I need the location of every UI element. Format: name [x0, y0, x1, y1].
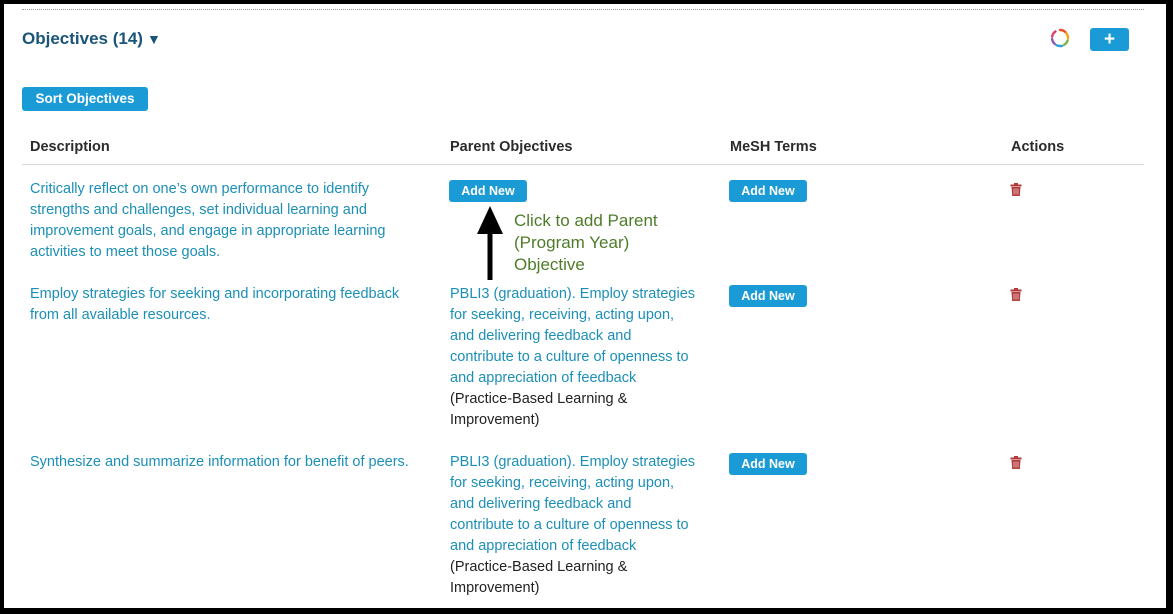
table-row-1-description[interactable]: Critically reflect on one’s own performa… [30, 179, 385, 263]
add-parent-objective-button[interactable]: Add New [449, 180, 527, 202]
objectives-section-toggle[interactable]: Objectives (14) ▼ [22, 29, 161, 49]
callout-line: Objective [514, 255, 585, 274]
section-divider [22, 9, 1144, 10]
callout-line: Click to add Parent [514, 211, 658, 230]
description-line: improvement goals, and engage in appropr… [30, 223, 386, 239]
table-row-3-parent-objective[interactable]: PBLI3 (graduation). Employ strategies fo… [450, 452, 695, 599]
column-header-parent-objectives: Parent Objectives [450, 139, 573, 155]
parent-line: and delivering feedback and [450, 328, 632, 344]
table-row-2-description[interactable]: Employ strategies for seeking and incorp… [30, 284, 399, 326]
competency-domain: Improvement) [450, 580, 540, 596]
add-mesh-term-button[interactable]: Add New [729, 180, 807, 202]
add-mesh-term-button[interactable]: Add New [729, 285, 807, 307]
annotation-arrow-icon [477, 206, 503, 280]
table-header-divider [22, 164, 1144, 165]
parent-line: and delivering feedback and [450, 496, 632, 512]
table-row-2-parent-objective[interactable]: PBLI3 (graduation). Employ strategies fo… [450, 284, 695, 431]
description-line: activities to meet those goals. [30, 244, 221, 260]
trash-icon[interactable] [1010, 183, 1022, 196]
parent-line: PBLI3 (graduation). Employ strategies [450, 454, 696, 470]
description-line: from all available resources. [30, 307, 211, 323]
column-header-actions: Actions [1011, 139, 1065, 155]
column-header-description: Description [30, 139, 110, 155]
objectives-panel: Objectives (14) ▼ + Sort Objectives Descr… [4, 4, 1166, 608]
description-line: Employ strategies for seeking and incorp… [30, 286, 400, 302]
parent-line: and appreciation of feedback [450, 370, 637, 386]
trash-icon[interactable] [1010, 288, 1022, 301]
competency-domain: (Practice-Based Learning & [450, 391, 628, 407]
parent-line: PBLI3 (graduation). Employ strategies [450, 286, 696, 302]
section-title: Objectives (14) [22, 29, 143, 48]
table-row-3-description[interactable]: Synthesize and summarize information for… [30, 452, 409, 473]
parent-line: and appreciation of feedback [450, 538, 637, 554]
parent-line: contribute to a culture of openness to [450, 349, 689, 365]
description-line: strengths and challenges, set individual… [30, 202, 367, 218]
add-mesh-term-button[interactable]: Add New [729, 453, 807, 475]
add-objective-button[interactable]: + [1090, 28, 1129, 51]
description-line: Synthesize and summarize information for… [30, 454, 409, 470]
column-header-mesh-terms: MeSH Terms [730, 139, 817, 155]
description-line: Critically reflect on one’s own performa… [30, 181, 370, 197]
caret-down-icon: ▼ [146, 31, 161, 47]
loading-spinner-icon [1050, 28, 1070, 48]
callout-line: (Program Year) [514, 233, 630, 252]
parent-line: contribute to a culture of openness to [450, 517, 689, 533]
parent-line: for seeking, receiving, acting upon, [450, 475, 675, 491]
parent-line: for seeking, receiving, acting upon, [450, 307, 675, 323]
annotation-callout: Click to add Parent (Program Year) Objec… [514, 210, 658, 276]
sort-objectives-button[interactable]: Sort Objectives [22, 87, 148, 111]
trash-icon[interactable] [1010, 456, 1022, 469]
competency-domain: (Practice-Based Learning & [450, 559, 628, 575]
competency-domain: Improvement) [450, 412, 540, 428]
